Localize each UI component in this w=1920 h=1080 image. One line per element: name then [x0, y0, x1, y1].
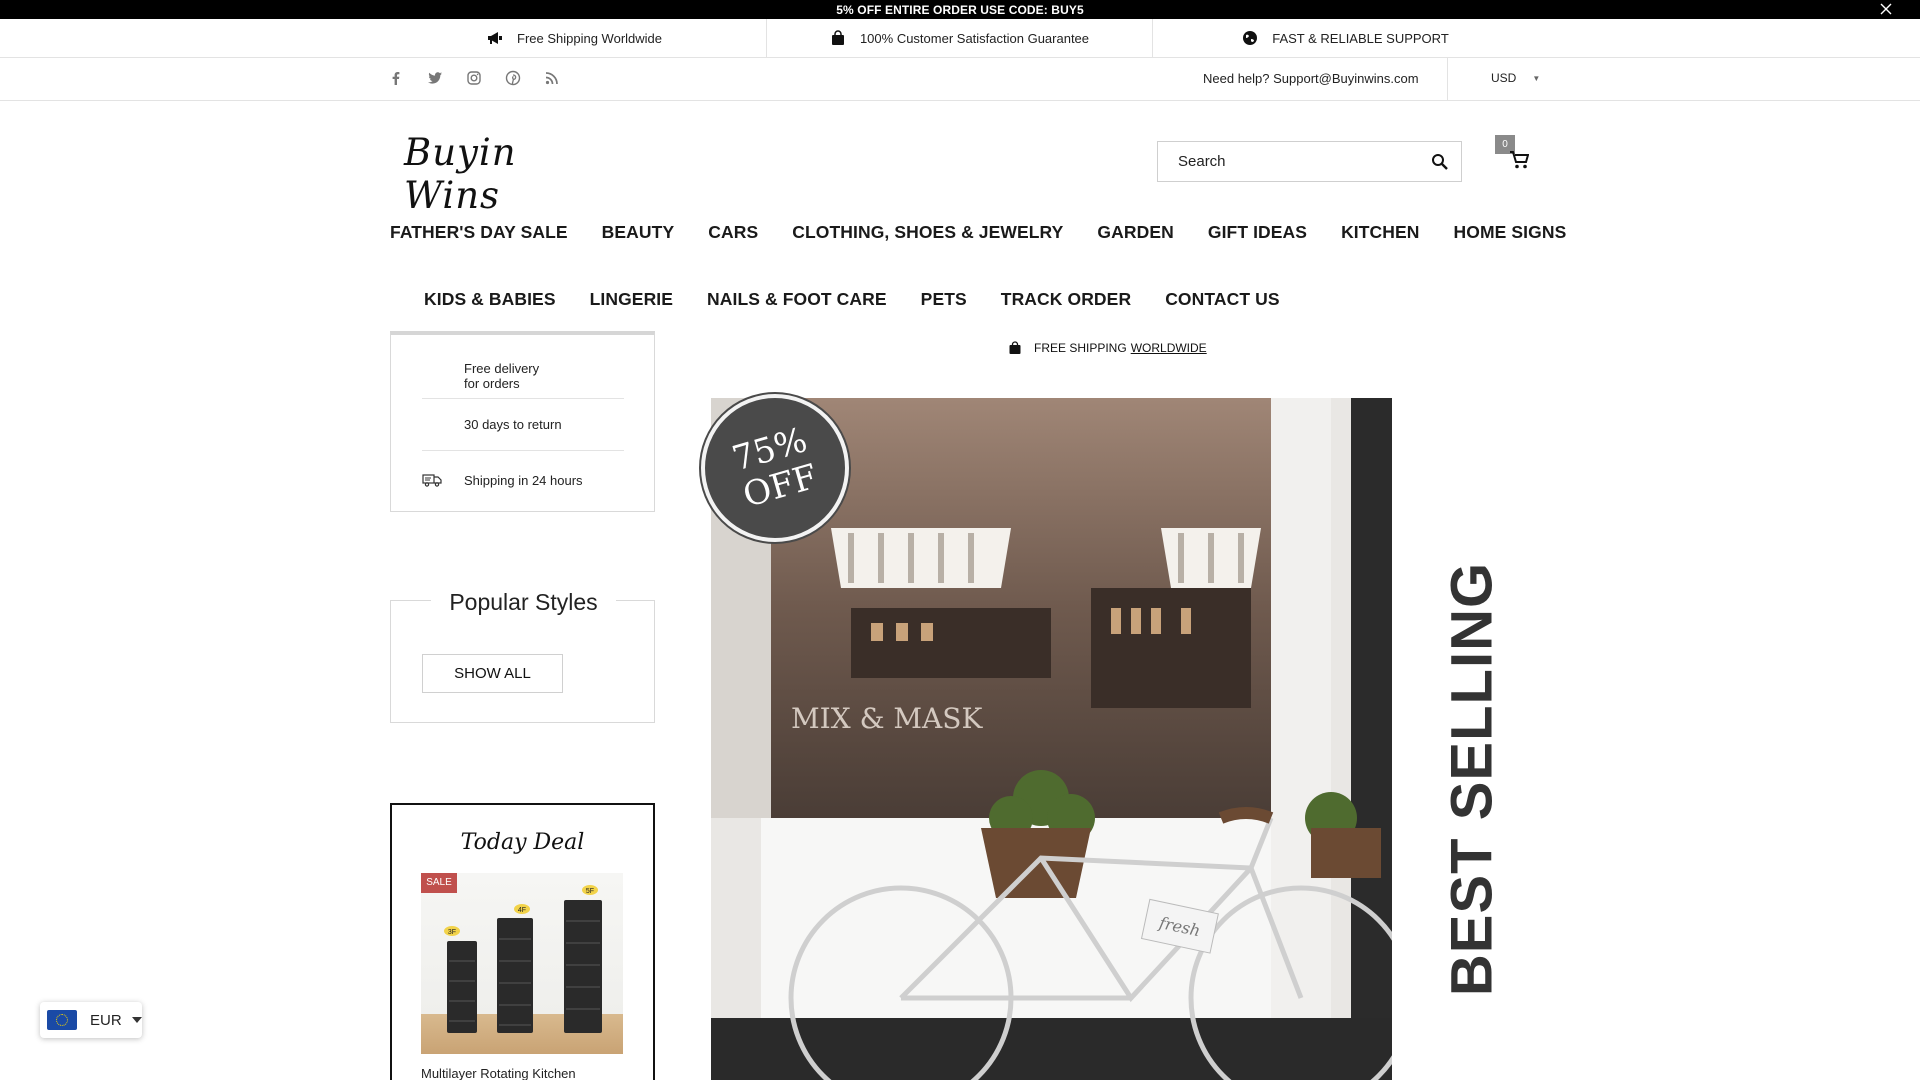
usp-bar: Free Shipping Worldwide 100% Customer Sa…	[0, 19, 1920, 58]
search-input[interactable]	[1158, 153, 1408, 170]
main-nav-row-2: KIDS & BABIES LINGERIE NAILS & FOOT CARE…	[424, 289, 1314, 310]
nav-item-track-order[interactable]: TRACK ORDER	[1001, 289, 1131, 310]
rss-icon[interactable]	[544, 70, 560, 86]
logo[interactable]: Buyin Wins	[404, 131, 586, 217]
facebook-icon[interactable]	[388, 70, 404, 86]
shipping-note-link[interactable]: WORLDWIDE	[1131, 341, 1207, 355]
hero-window-text: MIX & MASK	[791, 702, 983, 735]
service-line: Free delivery	[464, 360, 540, 376]
nav-item-nails-foot-care[interactable]: NAILS & FOOT CARE	[707, 289, 887, 310]
popular-styles-box: Popular Styles SHOW ALL	[390, 589, 655, 723]
return-icon	[422, 416, 442, 434]
show-all-button[interactable]: SHOW ALL	[422, 654, 563, 693]
main-nav-row-1: FATHER'S DAY SALE BEAUTY CARS CLOTHING, …	[390, 222, 1600, 243]
nav-item-kitchen[interactable]: KITCHEN	[1341, 222, 1419, 243]
caret-down-icon	[131, 1017, 142, 1023]
pinterest-icon[interactable]	[505, 70, 521, 86]
megaphone-icon	[487, 30, 503, 46]
currency-select[interactable]: USD ▼	[1491, 71, 1540, 85]
best-selling-text: BEST SELLING	[1439, 561, 1505, 997]
caret-down-icon: ▼	[1532, 73, 1541, 83]
discount-badge: 75% OFF	[701, 394, 849, 542]
promo-bar: 5% OFF ENTIRE ORDER USE CODE: BUY5	[0, 0, 1920, 19]
nav-item-pets[interactable]: PETS	[921, 289, 967, 310]
service-text: Free delivery for orders	[464, 361, 539, 391]
delivery-icon	[422, 367, 442, 385]
discount-badge-text: 75% OFF	[707, 415, 843, 521]
usp-text: FAST & RELIABLE SUPPORT	[1272, 30, 1449, 46]
instagram-icon[interactable]	[466, 70, 482, 86]
eu-flag-icon	[47, 1010, 77, 1030]
service-free-delivery: Free delivery for orders	[422, 353, 624, 399]
cart-icon	[1509, 150, 1529, 170]
usp-free-shipping: Free Shipping Worldwide	[383, 19, 766, 57]
search-box	[1157, 141, 1462, 182]
nav-item-lingerie[interactable]: LINGERIE	[590, 289, 673, 310]
today-deal-title: Today Deal	[460, 830, 585, 855]
utility-bar: Need help? Support@Buyinwins.com USD ▼	[0, 58, 1920, 101]
service-shipping: Shipping in 24 hours	[422, 452, 624, 508]
nav-item-fathers-day-sale[interactable]: FATHER'S DAY SALE	[390, 222, 568, 243]
deal-product-image[interactable]: 3F 4F 5F	[421, 873, 623, 1054]
usp-support: FAST & RELIABLE SUPPORT	[1153, 19, 1538, 57]
tier-label: 4F	[518, 907, 526, 914]
nav-item-garden[interactable]: GARDEN	[1097, 222, 1173, 243]
best-selling-label: BEST SELLING	[1422, 560, 1522, 998]
currency-value: USD	[1491, 71, 1517, 85]
shopping-bag-icon	[830, 30, 846, 46]
usp-text: 100% Customer Satisfaction Guarantee	[859, 30, 1090, 46]
service-returns: 30 days to return	[422, 399, 624, 451]
nav-item-kids-babies[interactable]: KIDS & BABIES	[424, 289, 556, 310]
tier-label: 5F	[586, 888, 594, 895]
divider	[1447, 58, 1448, 101]
nav-item-home-signs[interactable]: HOME SIGNS	[1454, 222, 1567, 243]
service-text: 30 days to return	[464, 417, 562, 432]
currency-widget[interactable]: EUR	[40, 1002, 142, 1038]
nav-item-gift-ideas[interactable]: GIFT IDEAS	[1208, 222, 1307, 243]
usp-satisfaction: 100% Customer Satisfaction Guarantee	[766, 19, 1153, 57]
usp-text: Free Shipping Worldwide	[517, 30, 662, 46]
nav-item-contact-us[interactable]: CONTACT US	[1165, 289, 1279, 310]
nav-item-clothing[interactable]: CLOTHING, SHOES & JEWELRY	[792, 222, 1063, 243]
service-line: for orders	[464, 375, 520, 391]
truck-icon	[422, 471, 442, 489]
nav-item-beauty[interactable]: BEAUTY	[602, 222, 675, 243]
logo-text: Buyin Wins	[404, 131, 517, 217]
globe-icon	[1242, 30, 1258, 46]
service-text: Shipping in 24 hours	[464, 472, 583, 488]
sale-badge: SALE	[421, 873, 457, 893]
services-box: Free delivery for orders 30 days to retu…	[390, 331, 655, 512]
shipping-note: FREE SHIPPING WORLDWIDE	[1008, 341, 1207, 355]
search-icon[interactable]	[1431, 153, 1449, 171]
shipping-note-text: FREE SHIPPING	[1034, 341, 1127, 355]
nav-item-cars[interactable]: CARS	[708, 222, 758, 243]
currency-widget-code: EUR	[90, 1011, 122, 1029]
tier-label: 3F	[448, 929, 456, 936]
today-deal-box: Today Deal 3F 4F 5F SALE Multilayer Rota…	[390, 803, 655, 1080]
help-email[interactable]: Need help? Support@Buyinwins.com	[1203, 71, 1419, 86]
close-icon[interactable]	[1878, 1, 1894, 17]
promo-text: 5% OFF ENTIRE ORDER USE CODE: BUY5	[836, 3, 1084, 17]
twitter-icon[interactable]	[427, 70, 443, 86]
popular-styles-title: Popular Styles	[431, 589, 616, 616]
shopping-bag-icon	[1008, 341, 1022, 355]
cart-button[interactable]: 0	[1495, 135, 1535, 175]
deal-product-name[interactable]: Multilayer Rotating Kitchen	[421, 1066, 576, 1080]
social-links	[388, 70, 583, 86]
